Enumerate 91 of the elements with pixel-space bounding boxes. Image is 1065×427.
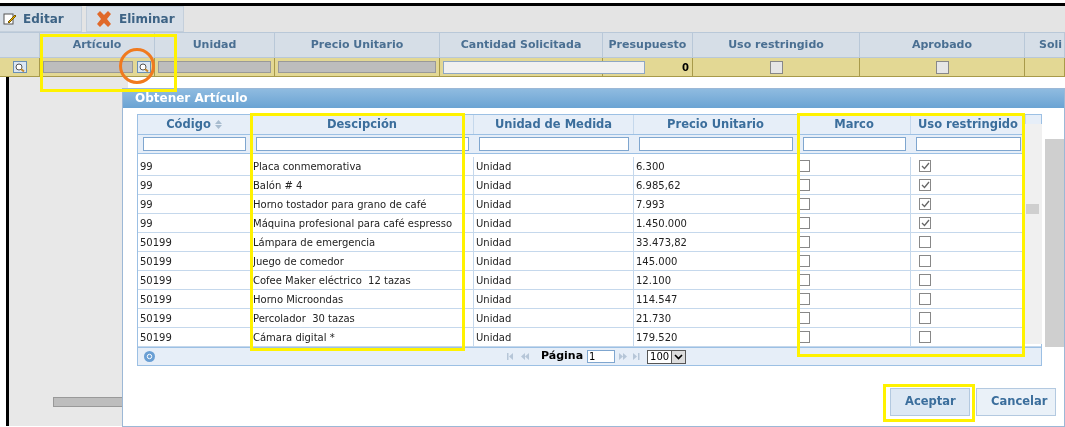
table-cell: 179.520 xyxy=(634,328,798,346)
table-cell: 6.300 xyxy=(634,157,798,175)
accept-button[interactable]: Aceptar xyxy=(890,388,970,416)
table-cell: 50199 xyxy=(138,271,251,289)
checkbox[interactable] xyxy=(919,198,931,210)
checkbox[interactable] xyxy=(919,160,931,172)
checkbox[interactable] xyxy=(769,60,783,74)
table-cell: Horno Microondas xyxy=(251,290,474,308)
table-cell: Unidad xyxy=(474,328,634,346)
table-cell: 99 xyxy=(138,176,251,194)
table-cell: Máquina profesional para café espresso xyxy=(251,214,474,232)
filter-field[interactable] xyxy=(256,137,469,151)
table-cell: 99 xyxy=(138,157,251,175)
table-cell: Unidad xyxy=(474,271,634,289)
checkbox[interactable] xyxy=(919,293,931,305)
scroll-bar[interactable] xyxy=(1045,139,1064,347)
table-cell: 114.547 xyxy=(634,290,798,308)
table-cell: Juego de comedor xyxy=(251,252,474,270)
filter-field[interactable] xyxy=(143,137,246,151)
column-header[interactable]: Unidad xyxy=(155,33,275,57)
checkbox[interactable] xyxy=(919,274,931,286)
table-cell: 33.473,82 xyxy=(634,233,798,251)
table-cell: 50199 xyxy=(138,309,251,327)
column-header[interactable]: Precio Unitario xyxy=(634,115,798,134)
table-cell: 99 xyxy=(138,195,251,213)
cancel-button[interactable]: Cancelar xyxy=(976,388,1056,416)
table-cell: 145.000 xyxy=(634,252,798,270)
checkbox[interactable] xyxy=(919,312,931,324)
table-cell: 21.730 xyxy=(634,309,798,327)
table-cell: Unidad xyxy=(474,252,634,270)
column-header[interactable]: Aprobado xyxy=(860,33,1025,57)
table-cell: Unidad xyxy=(474,290,634,308)
table-cell: Unidad xyxy=(474,195,634,213)
cross-icon xyxy=(95,11,113,27)
table-cell: 50199 xyxy=(138,233,251,251)
checkbox[interactable] xyxy=(919,236,931,248)
filter-field[interactable] xyxy=(639,137,793,151)
scroll-thumb[interactable] xyxy=(1026,204,1039,214)
page-label: Página xyxy=(541,348,584,365)
table-cell: Percolador 30 tazas xyxy=(251,309,474,327)
table-cell: Placa conmemorativa xyxy=(251,157,474,175)
delete-button[interactable]: Eliminar xyxy=(86,6,184,32)
page-field[interactable]: 1 xyxy=(587,350,616,363)
edit-icon xyxy=(3,12,17,26)
table-cell: Unidad xyxy=(474,176,634,194)
table-cell: Horno tostador para grano de café xyxy=(251,195,474,213)
table-cell: 7.993 xyxy=(634,195,798,213)
column-header[interactable]: Uso restringido xyxy=(693,33,860,57)
quantity-field[interactable] xyxy=(443,60,645,74)
filter-field[interactable] xyxy=(479,137,629,151)
chevron-down-icon xyxy=(671,350,686,363)
table-cell: 50199 xyxy=(138,252,251,270)
table-cell: Lámpara de emergencia xyxy=(251,233,474,251)
column-header[interactable]: Código xyxy=(138,115,251,134)
edit-button[interactable]: Editar xyxy=(0,6,82,32)
table-cell: 6.985,62 xyxy=(634,176,798,194)
column-header[interactable]: Cantidad Solicitada xyxy=(440,33,603,57)
table-cell: Unidad xyxy=(474,233,634,251)
column-header[interactable]: Precio Unitario xyxy=(275,33,440,57)
scroll-bar xyxy=(53,397,125,407)
table-cell: 50199 xyxy=(138,290,251,308)
table-cell: 12.100 xyxy=(634,271,798,289)
sort-icon xyxy=(214,120,222,129)
table-cell: Cofee Maker eléctrico 12 tazas xyxy=(251,271,474,289)
column-header[interactable]: Artículo xyxy=(40,33,155,57)
lookup-icon[interactable] xyxy=(12,61,27,73)
column-header[interactable]: Soli xyxy=(1025,33,1065,57)
column-header[interactable]: Presupuesto xyxy=(603,33,693,57)
table-cell: 1.450.000 xyxy=(634,214,798,232)
table-cell: Unidad xyxy=(474,214,634,232)
table-cell: Unidad xyxy=(474,309,634,327)
table-cell: Balón # 4 xyxy=(251,176,474,194)
lookup-icon[interactable] xyxy=(137,61,151,73)
checkbox[interactable] xyxy=(919,217,931,229)
column-header[interactable]: Descipción xyxy=(251,115,474,134)
filter-field[interactable] xyxy=(803,137,906,151)
refresh-icon[interactable] xyxy=(144,351,155,362)
table-cell: Unidad xyxy=(474,157,634,175)
column-header[interactable]: Unidad de Medida xyxy=(474,115,634,134)
cell-value: 0 xyxy=(682,60,689,75)
column-header[interactable]: Marco xyxy=(798,115,911,134)
table-cell: 50199 xyxy=(138,328,251,346)
table-cell: Cámara digital * xyxy=(251,328,474,346)
page-size-dropdown[interactable]: 100 xyxy=(647,349,687,364)
dialog-title: Obtener Artículo xyxy=(123,89,1064,108)
checkbox[interactable] xyxy=(919,179,931,191)
table-cell: 99 xyxy=(138,214,251,232)
checkbox[interactable] xyxy=(919,331,931,343)
checkbox[interactable] xyxy=(935,60,949,74)
filter-field[interactable] xyxy=(916,137,1021,151)
checkbox[interactable] xyxy=(919,255,931,267)
